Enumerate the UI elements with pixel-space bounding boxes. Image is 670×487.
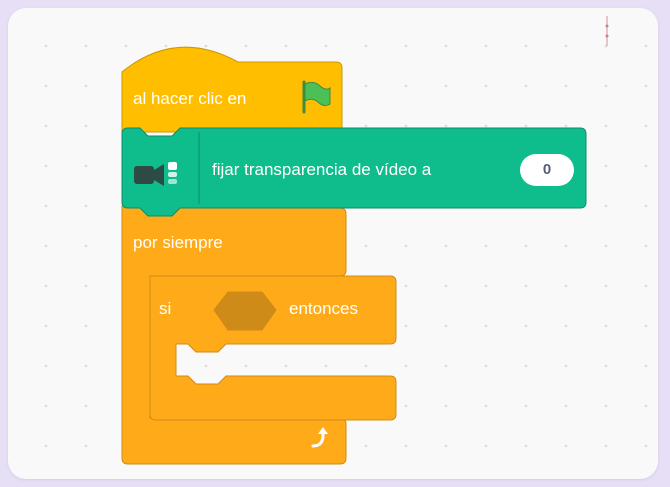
hat-block-label: al hacer clic en bbox=[133, 89, 247, 108]
forever-block-label: por siempre bbox=[133, 233, 223, 252]
transparency-value-input[interactable]: 0 bbox=[520, 154, 574, 186]
if-then-block[interactable] bbox=[149, 275, 397, 421]
script-blocks bbox=[121, 46, 587, 465]
video-block-label: fijar transparencia de vídeo a bbox=[212, 160, 432, 179]
then-block-label: entonces bbox=[289, 299, 358, 318]
if-block-label: si bbox=[159, 299, 172, 318]
